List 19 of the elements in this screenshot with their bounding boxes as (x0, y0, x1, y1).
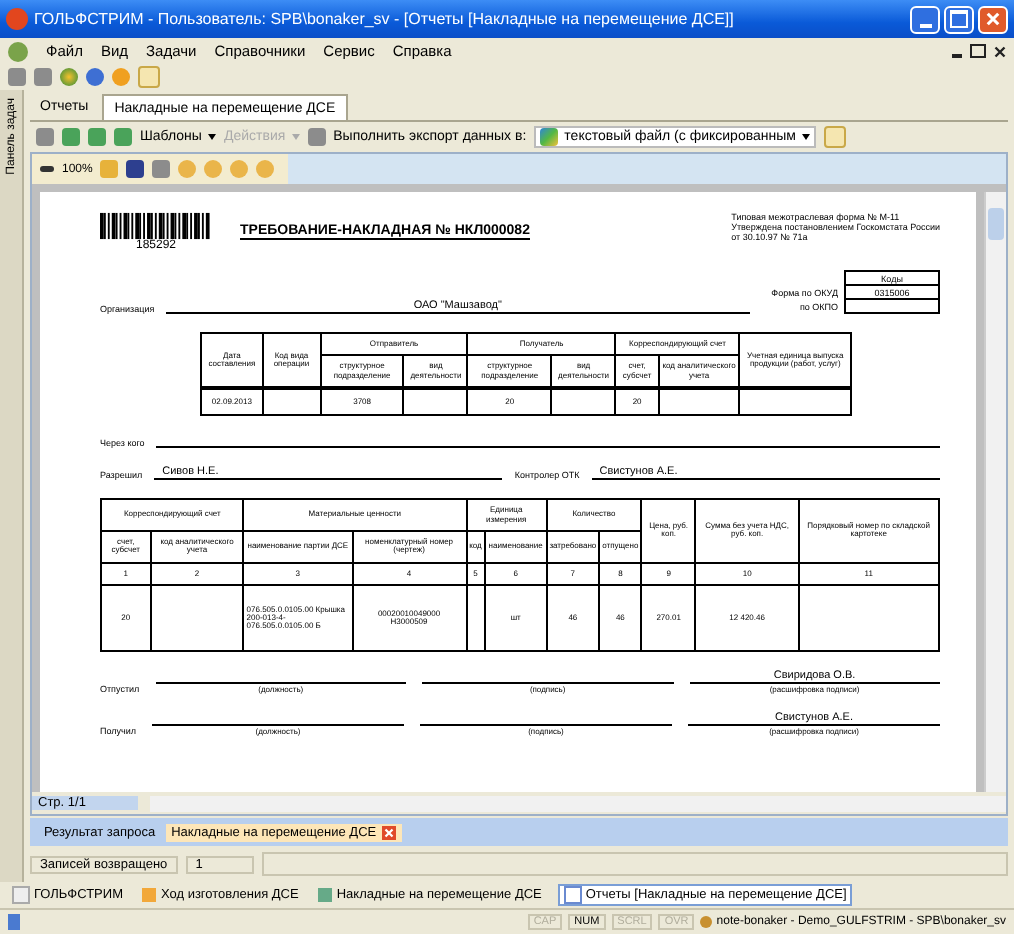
window-title: ГОЛЬФСТРИМ - Пользователь: SPB\bonaker_sv - [Отчеты [Накладные на перемещение ДСЕ]] (34, 10, 736, 28)
scrollbar[interactable] (984, 192, 1006, 792)
table-cell (262, 388, 321, 416)
restore-icon[interactable] (970, 44, 986, 58)
minimize-button[interactable] (910, 5, 940, 33)
maximize-button[interactable] (944, 5, 974, 33)
table-cell (403, 388, 468, 416)
table-cell (658, 388, 740, 416)
table-cell (739, 388, 851, 416)
scrollbar[interactable] (150, 795, 1006, 811)
close-icon[interactable] (994, 45, 1006, 57)
table-cell (466, 585, 485, 652)
minimize-icon[interactable] (952, 53, 962, 57)
table-cell (150, 585, 244, 652)
barcode (100, 212, 212, 240)
table-cell (551, 388, 616, 416)
table-cell (798, 585, 939, 652)
table-cell (845, 299, 939, 313)
close-button[interactable] (978, 5, 1008, 33)
